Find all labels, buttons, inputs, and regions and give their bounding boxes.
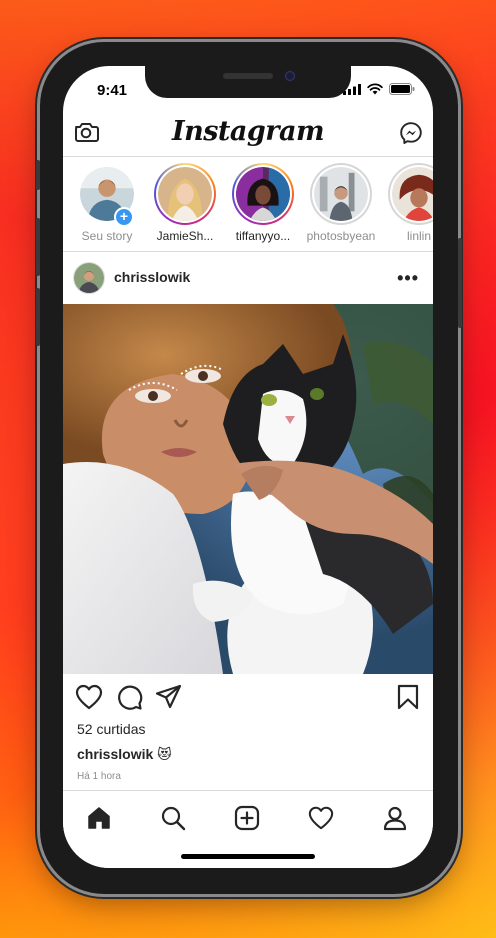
story-ring (310, 163, 372, 225)
comment-icon[interactable] (115, 684, 143, 710)
search-icon[interactable] (160, 805, 186, 831)
notch (145, 66, 351, 98)
avatar (74, 263, 104, 293)
likes-count[interactable]: 52 curtidas (77, 721, 145, 737)
avatar (314, 167, 368, 221)
more-options-icon[interactable]: ••• (397, 268, 419, 289)
avatar (236, 167, 290, 221)
post-photo[interactable] (63, 304, 433, 674)
battery-icon (389, 83, 415, 95)
avatar (158, 167, 212, 221)
home-icon[interactable] (86, 805, 112, 831)
story-ring (388, 163, 433, 225)
post-avatar[interactable] (73, 262, 105, 294)
story-label: photosbyean (306, 229, 376, 243)
post-username[interactable]: chrisslowik (114, 269, 190, 285)
bookmark-icon[interactable] (397, 684, 419, 710)
stories-tray: + Seu story JamieSh... tiffanyyo... phot… (63, 159, 433, 252)
top-nav-bar: Instagram (63, 110, 433, 157)
phone-screen: 9:41 Instagram + Seu story JamieSh... ti… (63, 66, 433, 868)
story-item[interactable]: JamieSh... (149, 163, 221, 243)
story-label: JamieSh... (156, 229, 214, 243)
post-header: chrisslowik ••• (63, 256, 433, 300)
bottom-tab-bar (63, 790, 433, 868)
status-time: 9:41 (97, 82, 128, 99)
wifi-icon (367, 83, 383, 95)
volume-up-button (36, 218, 40, 276)
story-item[interactable]: photosbyean (305, 163, 377, 243)
activity-icon[interactable] (308, 805, 334, 831)
post-timestamp: Há 1 hora (77, 771, 121, 782)
post-actions (63, 684, 433, 716)
caption-emoji: 😻 (157, 746, 172, 762)
new-post-icon[interactable] (234, 805, 260, 831)
mute-switch (36, 160, 40, 190)
story-item[interactable]: linlin (383, 163, 433, 243)
post-caption: chrisslowik 😻 (77, 746, 172, 763)
avatar (392, 167, 433, 221)
story-own[interactable]: + Seu story (71, 163, 143, 243)
story-ring (232, 163, 294, 225)
story-label: linlin (406, 229, 431, 243)
front-camera (285, 71, 295, 81)
phone-frame: 9:41 Instagram + Seu story JamieSh... ti… (36, 42, 462, 894)
story-label: tiffanyyo... (235, 229, 291, 243)
instagram-logo: Instagram (171, 116, 325, 147)
story-item[interactable]: tiffanyyo... (227, 163, 299, 243)
heart-icon[interactable] (75, 684, 103, 710)
messenger-icon[interactable] (399, 121, 423, 145)
power-button (458, 238, 462, 328)
share-icon[interactable] (155, 684, 183, 710)
add-story-icon[interactable]: + (114, 207, 134, 227)
post-image (63, 304, 433, 674)
status-icons (343, 83, 415, 95)
volume-down-button (36, 288, 40, 346)
speaker-grille (223, 73, 273, 79)
caption-username[interactable]: chrisslowik (77, 746, 153, 762)
story-ring (154, 163, 216, 225)
profile-icon[interactable] (382, 805, 408, 831)
story-label: Seu story (81, 229, 133, 243)
home-indicator[interactable] (181, 854, 315, 859)
